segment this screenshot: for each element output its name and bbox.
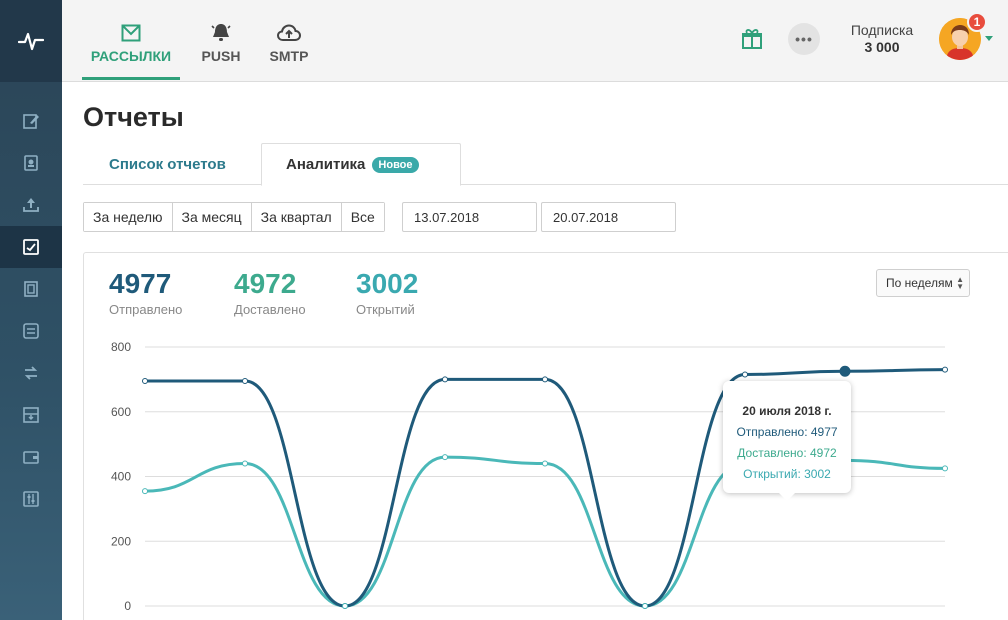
data-point[interactable] [442,454,448,461]
y-tick-label: 800 [111,340,131,354]
tooltip-title: 20 июля 2018 г. [742,404,832,418]
data-point[interactable] [142,377,148,384]
data-point[interactable] [242,460,248,467]
data-point[interactable] [342,603,348,609]
data-point[interactable] [142,488,148,495]
data-point[interactable] [242,377,248,384]
y-tick-label: 0 [124,599,131,613]
data-point[interactable] [742,371,748,378]
data-point[interactable] [542,376,548,383]
data-point[interactable] [642,603,648,609]
tooltip-opened: Открытий: 3002 [743,467,831,481]
tooltip-sent: Отправлено: 4977 [736,425,838,439]
data-point[interactable] [542,460,548,467]
chart-y-ticks: 800 600 400 200 0 [111,340,131,613]
data-point[interactable] [942,465,948,472]
y-tick-label: 600 [111,405,131,419]
y-tick-label: 200 [111,534,131,548]
tooltip-delivered: Доставлено: 4972 [737,446,837,460]
data-point[interactable] [942,366,948,373]
line-chart: 800 600 400 200 0 [111,340,948,613]
data-point[interactable] [442,376,448,383]
y-tick-label: 400 [111,470,131,484]
data-point[interactable] [839,365,851,377]
chart-tooltip: 20 июля 2018 г. Отправлено: 4977 Доставл… [723,381,851,501]
